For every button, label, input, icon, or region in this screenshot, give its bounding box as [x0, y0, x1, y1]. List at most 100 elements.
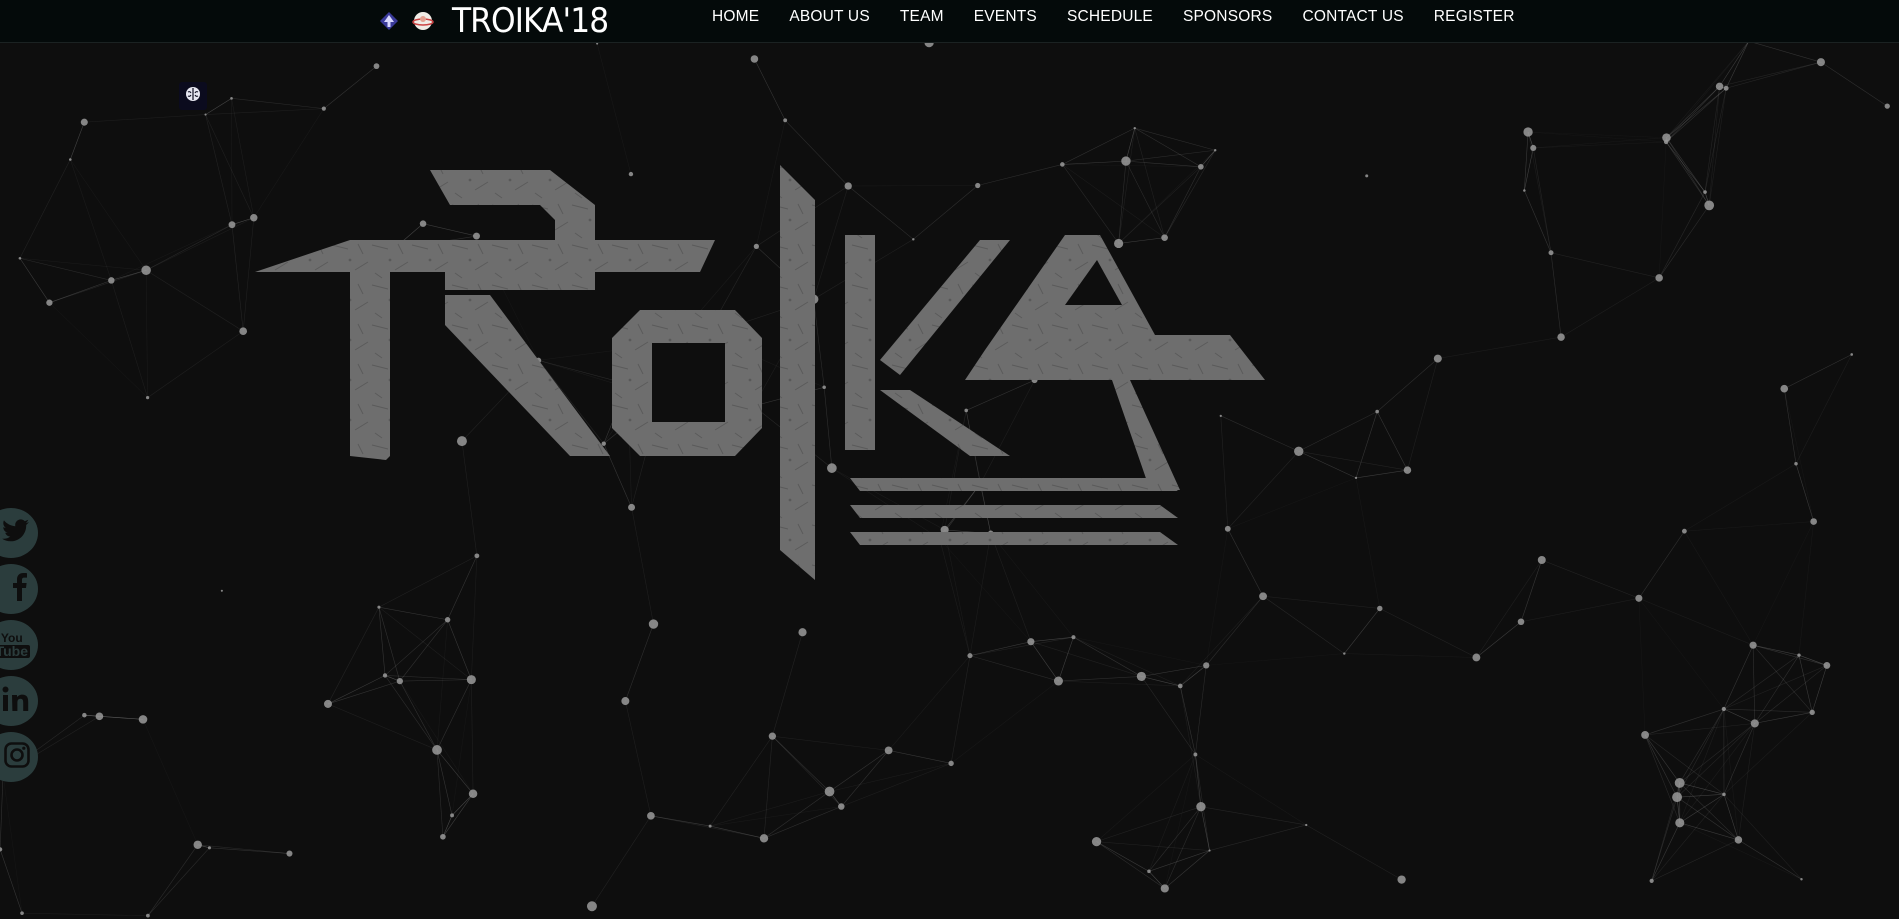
network-link — [1164, 754, 1196, 889]
nav-home[interactable]: HOME — [712, 8, 759, 26]
network-link — [1206, 653, 1345, 666]
network-link — [1180, 596, 1264, 687]
network-link — [763, 791, 830, 839]
network-link — [1206, 596, 1264, 666]
network-link — [1658, 205, 1710, 279]
network-link — [1195, 665, 1207, 755]
brand-name: TROIKA'18 — [452, 1, 609, 41]
hero-troika-logo — [255, 165, 1265, 580]
brand[interactable]: TROIKA'18 — [378, 0, 622, 42]
network-node — [1800, 878, 1803, 881]
network-link — [378, 606, 448, 621]
network-link — [1148, 754, 1196, 872]
network-link — [145, 217, 254, 271]
network-node — [1749, 641, 1757, 649]
network-link — [327, 675, 386, 705]
network-node — [1537, 555, 1546, 565]
network-node — [1343, 652, 1346, 655]
main-nav: HOME ABOUT US TEAM EVENTS SCHEDULE SPONS… — [712, 0, 1545, 34]
network-node — [1203, 662, 1210, 669]
network-node — [138, 715, 148, 724]
network-link — [147, 847, 210, 916]
nav-about-us[interactable]: ABOUT US — [789, 8, 870, 26]
network-node — [948, 760, 954, 767]
network-node — [193, 840, 202, 849]
network-node — [967, 653, 973, 659]
network-link — [1665, 40, 1750, 143]
network-node — [220, 589, 223, 592]
network-link — [1783, 388, 1797, 464]
network-node — [1723, 85, 1729, 91]
network-node — [207, 846, 211, 850]
network-link — [1811, 665, 1828, 713]
network-link — [399, 680, 438, 751]
network-link — [969, 655, 1059, 682]
network-link — [1638, 598, 1646, 735]
network-link — [1795, 354, 1852, 464]
network-node — [1675, 818, 1685, 828]
network-link — [197, 844, 290, 854]
nav-events[interactable]: EVENTS — [974, 8, 1037, 26]
network-node — [68, 158, 72, 161]
nav-schedule[interactable]: SCHEDULE — [1067, 8, 1153, 26]
network-link — [1723, 708, 1813, 713]
network-link — [650, 815, 765, 839]
network-node — [1294, 446, 1304, 456]
network-link — [1638, 598, 1725, 710]
network-link — [1550, 252, 1660, 279]
network-link — [19, 258, 50, 303]
nav-sponsors[interactable]: SPONSORS — [1183, 8, 1272, 26]
network-link — [1753, 644, 1827, 666]
nav-register[interactable]: REGISTER — [1434, 8, 1515, 26]
network-node — [1850, 353, 1854, 356]
network-link — [1638, 598, 1754, 646]
network-link — [710, 791, 830, 827]
network-node — [0, 847, 3, 852]
network-link — [231, 224, 244, 332]
network-node — [648, 619, 659, 629]
network-node — [321, 106, 326, 111]
network-node — [1160, 884, 1169, 893]
network-link — [1752, 645, 1756, 724]
network-link — [1344, 653, 1477, 658]
network-link — [436, 619, 448, 750]
network-link — [22, 912, 148, 916]
network-node — [466, 675, 476, 685]
network-node — [1397, 875, 1406, 884]
network-link — [1560, 277, 1660, 338]
network-node — [286, 850, 293, 857]
network-link — [1298, 411, 1378, 452]
floating-badge[interactable] — [179, 82, 207, 110]
network-link — [399, 679, 472, 682]
network-node — [1557, 333, 1565, 341]
network-node — [323, 699, 332, 708]
network-link — [327, 680, 400, 705]
network-link — [763, 806, 842, 839]
network-link — [763, 736, 773, 839]
network-link — [1030, 641, 1059, 682]
network-link — [1798, 654, 1827, 666]
network-link — [1096, 841, 1165, 889]
network-link — [1666, 137, 1710, 206]
network-link — [147, 330, 244, 398]
network-link — [1754, 654, 1800, 724]
network-node — [382, 673, 388, 678]
nav-team[interactable]: TEAM — [900, 8, 944, 26]
network-link — [0, 774, 4, 850]
network-link — [754, 58, 786, 121]
network-link — [1141, 676, 1196, 755]
network-node — [450, 813, 454, 818]
network-link — [142, 719, 198, 845]
network-link — [1376, 358, 1439, 412]
network-link — [1141, 665, 1207, 677]
network-link — [1684, 531, 1754, 646]
network-link — [1180, 665, 1207, 687]
network-link — [1665, 141, 1706, 193]
nav-contact-us[interactable]: CONTACT US — [1302, 8, 1403, 26]
network-node — [146, 913, 150, 918]
network-node — [884, 746, 893, 755]
network-link — [1209, 824, 1307, 851]
network-link — [1355, 469, 1408, 479]
network-node — [586, 901, 597, 912]
network-node — [432, 745, 442, 755]
